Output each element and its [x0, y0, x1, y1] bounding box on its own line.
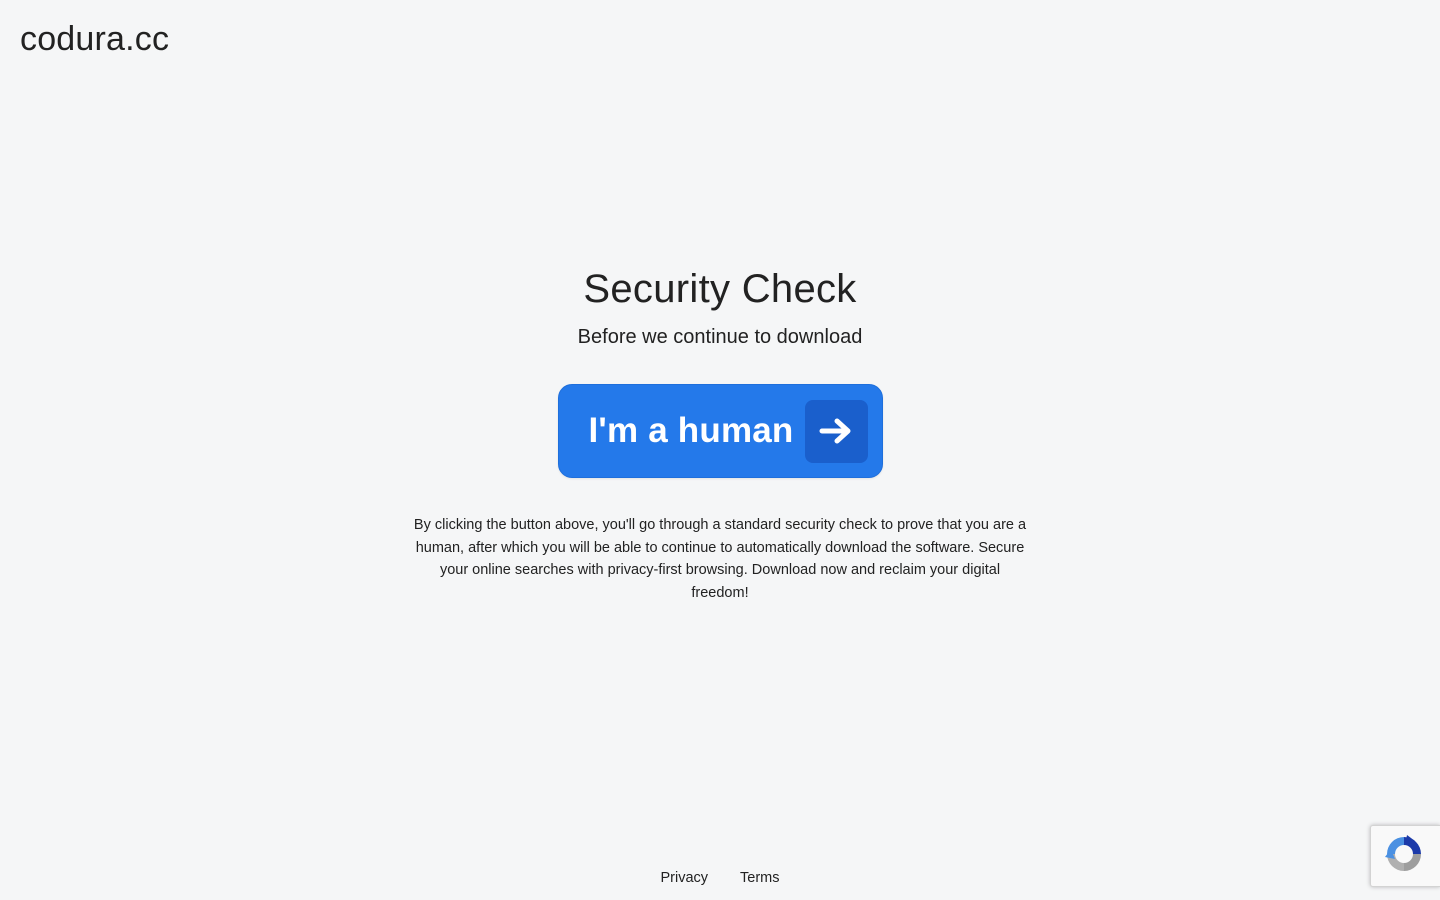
- im-a-human-button-label: I'm a human: [588, 411, 794, 450]
- recaptcha-badge[interactable]: [1370, 825, 1440, 887]
- arrow-right-icon: [804, 399, 868, 463]
- footer-links: Privacy Terms: [0, 870, 1440, 886]
- description-text: By clicking the button above, you'll go …: [413, 517, 1027, 601]
- footer-link-privacy[interactable]: Privacy: [660, 870, 708, 886]
- security-check-panel: Security Check Before we continue to dow…: [0, 266, 1440, 604]
- footer-link-terms[interactable]: Terms: [740, 870, 779, 886]
- site-logo[interactable]: codura.cc: [20, 20, 169, 59]
- page-subtitle: Before we continue to download: [577, 326, 863, 348]
- recaptcha-icon: [1383, 833, 1425, 880]
- page: codura.cc Security Check Before we conti…: [0, 0, 1440, 900]
- page-title: Security Check: [583, 267, 857, 311]
- im-a-human-button[interactable]: I'm a human: [557, 384, 883, 478]
